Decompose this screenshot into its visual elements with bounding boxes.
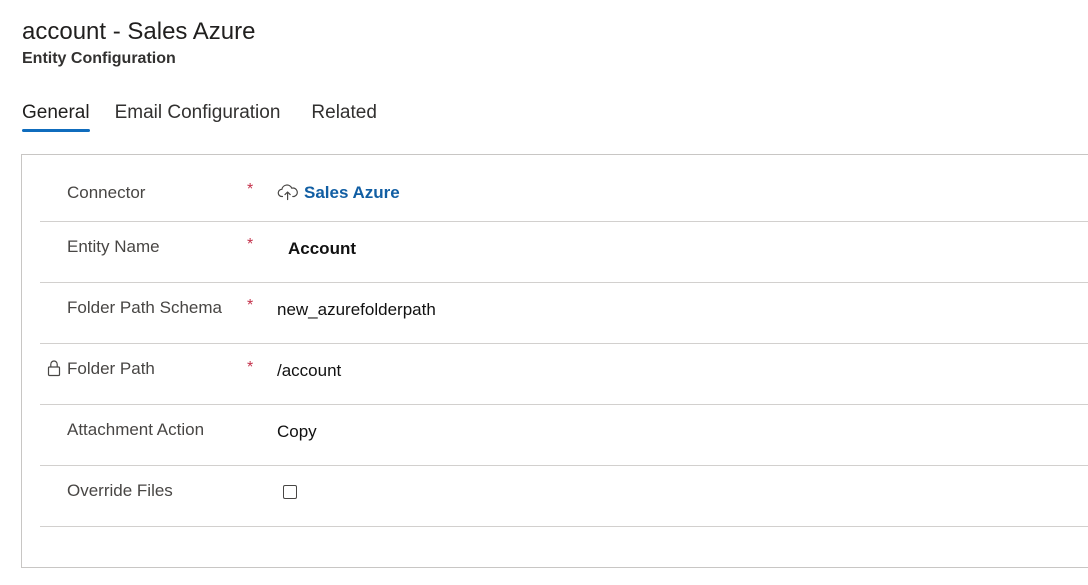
override-files-row: Override Files	[40, 465, 1088, 527]
folder-path-label: Folder Path	[67, 359, 155, 378]
entity-name-value[interactable]: Account	[288, 238, 356, 260]
override-files-label: Override Files	[67, 481, 173, 500]
connector-link[interactable]: Sales Azure	[304, 183, 400, 202]
cloud-upload-icon	[277, 183, 299, 201]
required-marker: *	[247, 359, 254, 376]
folder-path-schema-row: Folder Path Schema * new_azurefolderpath	[40, 282, 1088, 344]
folder-path-schema-label: Folder Path Schema	[67, 298, 222, 317]
page-title: account - Sales Azure	[22, 18, 256, 45]
attachment-action-row: Attachment Action Copy	[40, 404, 1088, 466]
tab-general[interactable]: General	[22, 96, 90, 132]
required-marker: *	[247, 236, 254, 253]
folder-path-schema-value[interactable]: new_azurefolderpath	[277, 299, 436, 321]
folder-path-value: /account	[277, 361, 342, 380]
attachment-action-value[interactable]: Copy	[277, 421, 317, 443]
general-form-panel: Connector * Sales Azure Entity Name * Ac…	[21, 154, 1088, 568]
attachment-action-label: Attachment Action	[67, 420, 205, 439]
tab-bar: General Email Configuration Related	[22, 96, 408, 132]
entity-name-label: Entity Name	[67, 237, 160, 256]
override-files-checkbox[interactable]	[283, 485, 297, 499]
required-marker: *	[247, 181, 254, 198]
lock-icon	[47, 359, 61, 377]
tab-email-configuration[interactable]: Email Configuration	[115, 96, 281, 132]
page-subtitle: Entity Configuration	[22, 50, 176, 67]
required-marker: *	[247, 297, 254, 314]
folder-path-row: Folder Path * /account	[40, 343, 1088, 405]
connector-value: Sales Azure	[277, 182, 400, 204]
entity-name-row: Entity Name * Account	[40, 221, 1088, 283]
tab-related[interactable]: Related	[311, 96, 377, 132]
page-header: account - Sales Azure Entity Configurati…	[22, 16, 255, 70]
connector-row: Connector * Sales Azure	[40, 160, 1088, 222]
connector-label: Connector	[67, 183, 146, 202]
